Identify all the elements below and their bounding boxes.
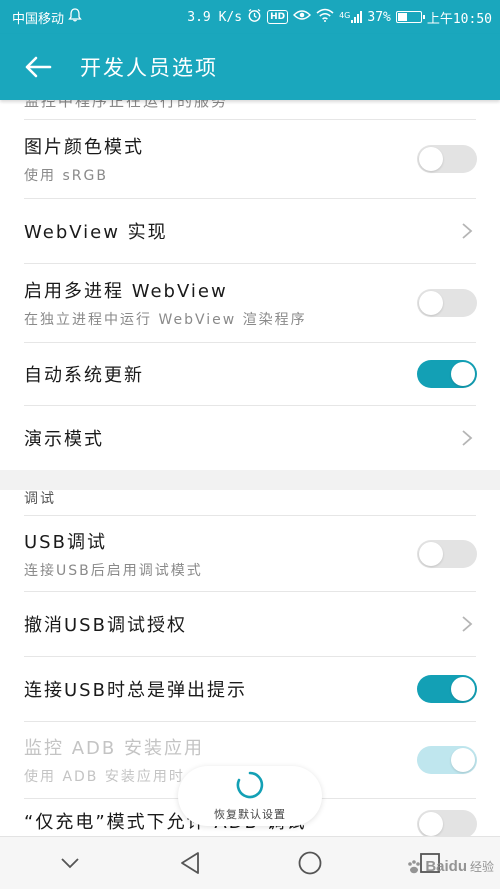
carrier-label: 中国移动 <box>12 11 65 27</box>
setting-usb-connect-prompt[interactable]: 连接USB时总是弹出提示 <box>0 657 500 721</box>
watermark-sub: 经验 <box>469 860 494 874</box>
section-title-debug: 调试 <box>24 491 56 507</box>
battery-percent: 37% <box>367 9 391 25</box>
back-button[interactable] <box>0 34 76 100</box>
circle-home-icon <box>298 851 322 875</box>
status-bar: 中国移动 3.9 K/s HD 4G 37% 上午10:50 <box>0 0 500 34</box>
usb-debugging-toggle[interactable] <box>417 539 477 568</box>
settings-list[interactable]: 监控中程序正在运行的服务 图片颜色模式 使用 sRGB WebView 实现 启… <box>0 100 500 836</box>
chevron-right-icon <box>462 223 473 239</box>
setting-subtitle: 连接USB后启用调试模式 <box>24 562 203 579</box>
setting-webview-implementation[interactable]: WebView 实现 <box>0 199 500 263</box>
auto-system-update-toggle[interactable] <box>417 360 477 388</box>
setting-subtitle: 在独立进程中运行 WebView 渲染程序 <box>24 312 307 328</box>
setting-title: 自动系统更新 <box>24 365 144 386</box>
chevron-right-icon <box>462 430 473 446</box>
network-speed: 3.9 K/s <box>187 9 243 25</box>
nav-home-button[interactable] <box>280 843 340 883</box>
setting-demo-mode[interactable]: 演示模式 <box>0 406 500 470</box>
nav-back-button[interactable] <box>160 843 220 883</box>
setting-revoke-usb-auth[interactable]: 撤消USB调试授权 <box>0 592 500 656</box>
app-bar: 开发人员选项 <box>0 34 500 100</box>
triangle-back-icon <box>181 852 199 874</box>
setting-title: 启用多进程 WebView <box>24 281 228 302</box>
charge-only-adb-toggle[interactable] <box>417 810 477 836</box>
restore-defaults-label: 恢复默认设置 <box>214 808 286 821</box>
page-title: 开发人员选项 <box>80 56 218 80</box>
setting-title: 连接USB时总是弹出提示 <box>24 680 247 701</box>
network-type: 4G <box>339 11 351 20</box>
restore-defaults-button[interactable]: 恢复默认设置 <box>178 766 322 826</box>
wifi-icon <box>316 8 334 26</box>
usb-connect-prompt-toggle[interactable] <box>417 675 477 703</box>
signal-strength-icon <box>351 11 363 23</box>
setting-title: 撤消USB调试授权 <box>24 615 187 636</box>
chevron-right-icon <box>462 616 473 632</box>
setting-subtitle: 使用 sRGB <box>24 168 108 184</box>
picture-color-mode-toggle[interactable] <box>417 145 477 173</box>
setting-title: 监控 ADB 安装应用 <box>24 738 204 759</box>
setting-usb-debugging[interactable]: USB调试 连接USB后启用调试模式 <box>0 516 500 591</box>
setting-title: WebView 实现 <box>24 222 168 243</box>
setting-auto-system-update[interactable]: 自动系统更新 <box>0 343 500 405</box>
setting-title: 演示模式 <box>24 429 104 450</box>
setting-title: USB调试 <box>24 531 107 553</box>
notification-bell-icon <box>68 8 82 26</box>
nav-collapse-button[interactable] <box>40 843 100 883</box>
battery-icon <box>395 11 425 23</box>
chevron-down-icon <box>61 858 79 869</box>
section-spacer <box>0 470 500 490</box>
arrow-left-icon <box>25 56 52 78</box>
refresh-icon <box>236 771 264 799</box>
setting-title: 图片颜色模式 <box>24 137 144 158</box>
clock-time: 上午10:50 <box>426 11 492 27</box>
monitor-adb-install-toggle <box>417 746 477 774</box>
watermark-brand: Baidu <box>425 858 467 875</box>
eye-icon <box>293 9 312 25</box>
multiprocess-webview-toggle[interactable] <box>417 289 477 317</box>
setting-picture-color-mode[interactable]: 图片颜色模式 使用 sRGB <box>0 120 500 198</box>
baidu-watermark: Baidu 经验 <box>406 858 494 875</box>
cut-off-summary: 监控中程序正在运行的服务 <box>24 100 229 110</box>
hd-badge: HD <box>267 10 289 24</box>
paw-logo-icon <box>408 859 421 873</box>
setting-multiprocess-webview[interactable]: 启用多进程 WebView 在独立进程中运行 WebView 渲染程序 <box>0 264 500 342</box>
alarm-clock-icon <box>247 8 262 27</box>
